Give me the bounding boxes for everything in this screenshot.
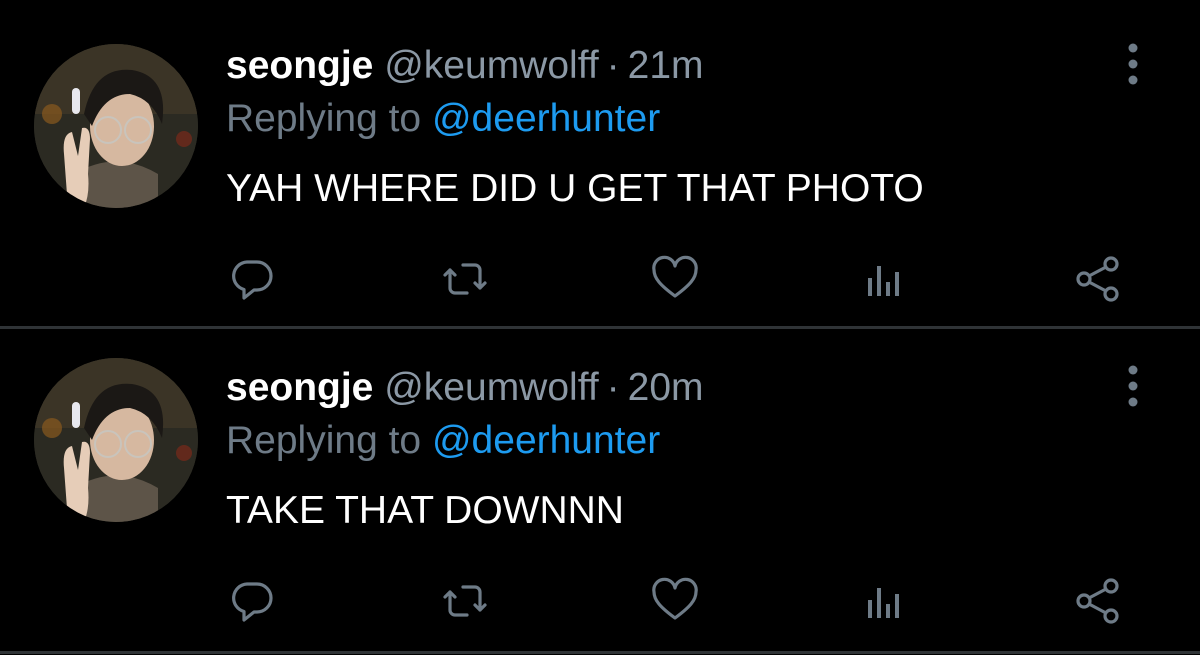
like-icon[interactable] [650, 254, 700, 304]
reply-icon[interactable] [227, 576, 277, 626]
display-name[interactable]: seongje [226, 44, 373, 87]
divider [0, 651, 1200, 654]
tweet-header: seongje @keumwolff · 20m [226, 366, 704, 410]
display-name[interactable]: seongje [226, 366, 373, 409]
tweet-text: YAH WHERE DID U GET THAT PHOTO [226, 167, 924, 210]
retweet-icon[interactable] [440, 576, 490, 626]
tweet-header: seongje @keumwolff · 21m [226, 44, 704, 88]
views-icon[interactable] [860, 576, 910, 626]
tweet-feed: seongje @keumwolff · 21m Replying to @deer… [0, 0, 1200, 655]
tweet-text: TAKE THAT DOWNNN [226, 489, 624, 532]
share-icon[interactable] [1073, 576, 1123, 626]
like-icon[interactable] [650, 576, 700, 626]
divider [0, 326, 1200, 329]
action-bar [0, 576, 1200, 626]
user-handle[interactable]: @keumwolff [384, 366, 598, 409]
share-icon[interactable] [1073, 254, 1123, 304]
views-icon[interactable] [860, 254, 910, 304]
tweet[interactable]: seongje @keumwolff · 21m Replying to @deer… [0, 0, 1200, 326]
avatar[interactable] [34, 44, 198, 208]
action-bar [0, 254, 1200, 304]
replying-prefix: Replying to [226, 419, 422, 462]
retweet-icon[interactable] [440, 254, 490, 304]
more-options-icon[interactable] [1118, 42, 1148, 86]
reply-icon[interactable] [227, 254, 277, 304]
avatar[interactable] [34, 358, 198, 522]
replying-prefix: Replying to [226, 97, 422, 140]
replying-to-line: Replying to @deerhunter [226, 97, 660, 141]
reply-mention-link[interactable]: @deerhunter [432, 97, 660, 140]
user-handle[interactable]: @keumwolff [384, 44, 598, 87]
replying-to-line: Replying to @deerhunter [226, 419, 660, 463]
separator-dot: · [606, 44, 620, 87]
more-options-icon[interactable] [1118, 364, 1148, 408]
reply-mention-link[interactable]: @deerhunter [432, 419, 660, 462]
separator-dot: · [606, 366, 620, 409]
timestamp[interactable]: 21m [628, 44, 704, 87]
tweet[interactable]: seongje @keumwolff · 20m Replying to @deer… [0, 330, 1200, 655]
timestamp[interactable]: 20m [628, 366, 704, 409]
